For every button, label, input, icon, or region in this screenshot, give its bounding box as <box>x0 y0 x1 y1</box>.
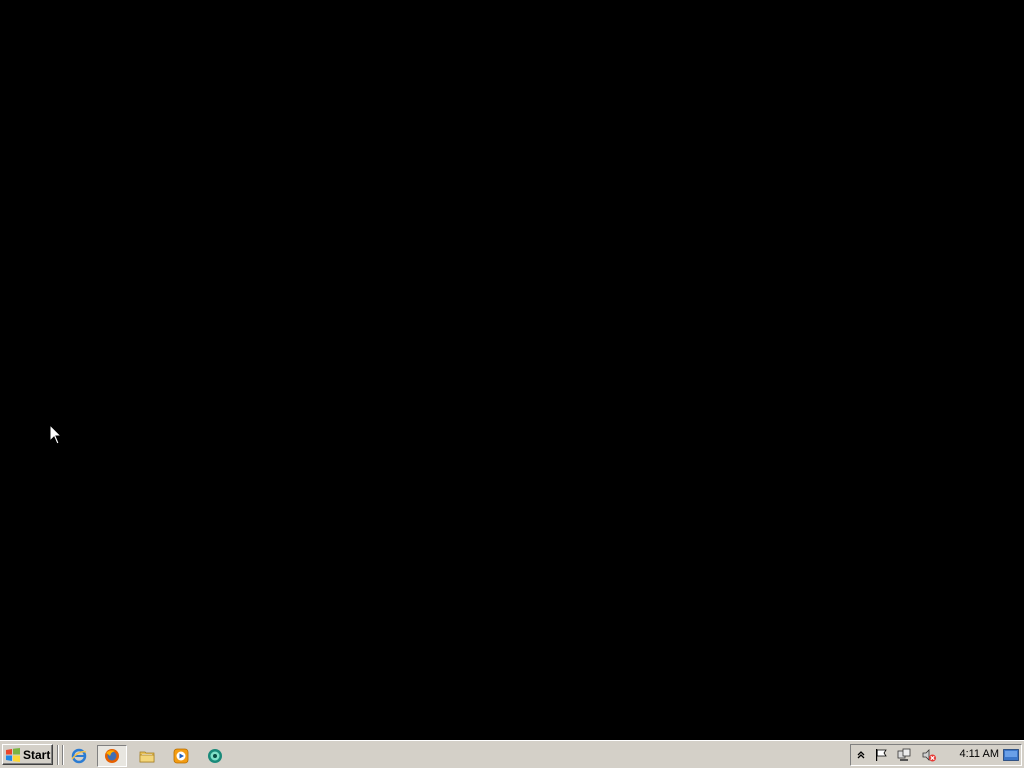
quick-launch-internet-explorer[interactable] <box>68 745 90 767</box>
media-player-icon <box>173 748 189 764</box>
network-icon <box>897 748 911 761</box>
system-tray: 4:11 AM <box>850 744 1022 766</box>
volume-muted-icon <box>922 749 936 762</box>
quick-launch-messenger[interactable] <box>204 745 226 767</box>
start-button[interactable]: Start <box>2 744 53 765</box>
start-label: Start <box>23 747 51 762</box>
show-desktop-icon <box>1003 749 1019 761</box>
show-desktop-button[interactable] <box>1003 747 1019 763</box>
action-center-button[interactable] <box>873 747 889 763</box>
clock[interactable]: 4:11 AM <box>951 748 999 760</box>
firefox-icon <box>105 749 119 763</box>
quick-launch-folder[interactable] <box>136 745 158 767</box>
volume-button[interactable] <box>921 747 937 763</box>
mouse-cursor-icon <box>49 424 63 445</box>
quick-launch-firefox[interactable] <box>97 745 127 767</box>
windows-logo-icon <box>6 747 20 762</box>
messenger-icon <box>208 749 222 763</box>
taskbar: Start 4:11 AM <box>0 740 1024 768</box>
desktop[interactable] <box>0 0 1024 740</box>
network-button[interactable] <box>896 747 912 763</box>
show-hidden-icons-button[interactable] <box>853 747 869 763</box>
quick-launch-media-player[interactable] <box>170 745 192 767</box>
flag-icon <box>876 749 887 761</box>
taskbar-separator <box>57 745 59 765</box>
taskbar-separator <box>62 745 64 765</box>
folder-icon <box>139 751 155 763</box>
internet-explorer-icon <box>71 748 87 764</box>
chevron-up-icon <box>857 751 865 759</box>
